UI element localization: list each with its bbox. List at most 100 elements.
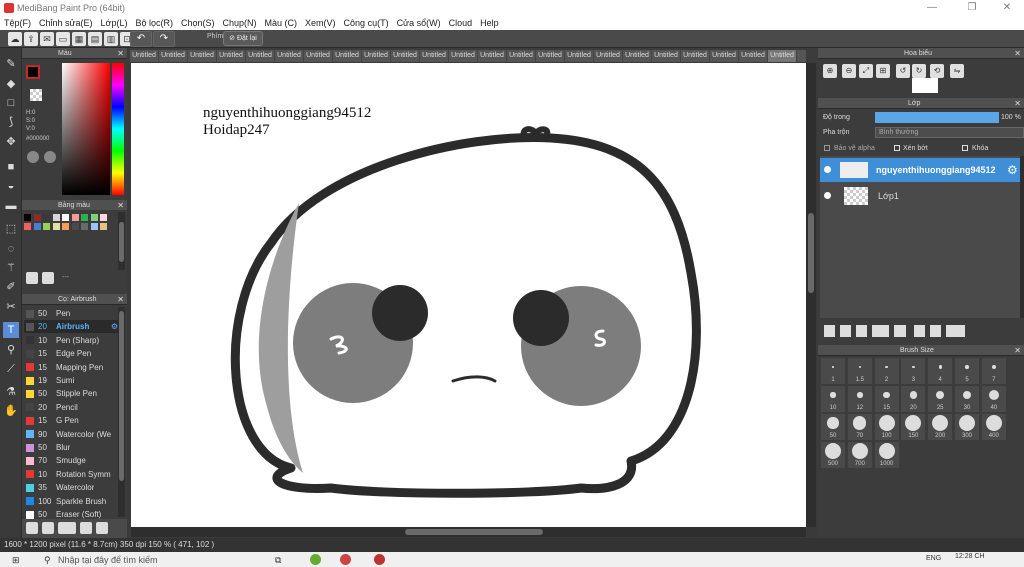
panel-close-icon[interactable]: ✕ [1014,98,1021,109]
palette-swatch[interactable] [43,223,50,230]
palette-swatch[interactable] [71,223,79,230]
document-tab[interactable]: Untitled [130,50,159,62]
document-tab[interactable]: Untitled [652,50,681,62]
panel-close-icon[interactable]: ✕ [1014,345,1021,356]
flip-icon[interactable]: ⇋ [950,64,964,78]
brush-size-cell[interactable]: 1.5 [847,358,872,384]
menu-cloud[interactable]: Cloud [449,18,473,28]
brush-item[interactable]: 90 Watercolor (We [24,428,118,441]
brush-size-cell[interactable]: 200 [928,414,953,440]
visibility-eye-icon[interactable] [824,166,831,173]
brush-item[interactable]: 15 Edge Pen [24,347,118,360]
brush-size-cell[interactable]: 300 [955,414,979,440]
lock-checkbox[interactable] [962,145,968,151]
document-tab[interactable]: Untitled [333,50,362,62]
operation-tool-icon[interactable]: ⚲ [3,342,19,358]
brush-item[interactable]: 20 Airbrush ⚙ [24,320,118,334]
brush-size-cell[interactable]: 400 [981,414,1006,440]
brush-size-cell[interactable]: 5 [955,358,979,384]
palette-swatch[interactable] [81,214,88,221]
brush-size-cell[interactable]: 12 [847,386,872,412]
fit-icon[interactable]: ⤢ [859,64,873,78]
divide-tool-icon[interactable]: ⟋ [3,361,19,377]
select-tool-icon[interactable]: ⬚ [3,221,19,237]
fill-shape-tool-icon[interactable]: ■ [3,159,19,175]
brush-size-cell[interactable]: 30 [955,386,979,412]
brush-scrollbar[interactable] [118,307,125,517]
new-8bit-layer-icon[interactable] [856,325,867,337]
task-view-icon[interactable]: ⧉ [275,555,281,566]
brush-item[interactable]: 15 Mapping Pen [24,361,118,374]
move-tool-icon[interactable]: ✥ [3,134,19,150]
folder-icon[interactable] [96,522,108,534]
brush-item[interactable]: 70 Smudge [24,454,118,467]
document-tab[interactable]: Untitled [681,50,710,62]
palette-swatch[interactable] [24,214,31,221]
document-tab[interactable]: Untitled [188,50,217,62]
brush-item[interactable]: 10 Rotation Symm [24,468,118,481]
brush-item[interactable]: 10 Pen (Sharp) [24,334,118,347]
bucket-tool-icon[interactable]: ◒ [3,178,19,194]
brush-settings-gear-icon[interactable]: ⚙ [111,322,118,331]
brush-size-cell[interactable]: 4 [928,358,953,384]
eyedropper-icon[interactable]: ⚗ [3,384,19,400]
brush-settings-icon[interactable] [26,522,38,534]
canvas-horizontal-scrollbar[interactable] [131,527,806,537]
brush-size-cell[interactable]: 50 [821,414,845,440]
menu-edit[interactable]: Chỉnh sửa(E) [39,18,93,28]
navigator-thumbnail[interactable] [912,78,938,93]
panel-close-icon[interactable]: ✕ [117,48,124,59]
brush-size-cell[interactable]: 700 [847,442,872,468]
browser-icon[interactable] [340,554,351,565]
document-tab[interactable]: Untitled [304,50,333,62]
hand-tool-icon[interactable]: ✋ [3,403,19,419]
brush-size-cell[interactable]: 70 [847,414,872,440]
menu-view[interactable]: Xem(V) [305,18,336,28]
layer-folder-icon[interactable] [894,325,906,337]
brush-size-cell[interactable]: 150 [901,414,926,440]
taskbar-search-input[interactable]: Nhập tại đây để tìm kiếm [58,555,158,565]
layer-item-text[interactable]: nguyenthihuonggiang94512 ⚙ [820,158,1020,182]
palette-swatch[interactable] [24,223,31,230]
document-tab[interactable]: Untitled [768,50,797,62]
brush-menu-icon[interactable] [58,522,76,534]
close-button[interactable]: ✕ [990,0,1024,15]
actual-size-icon[interactable]: ⊞ [876,64,890,78]
zoom-in-icon[interactable]: ⊕ [823,64,837,78]
new-halftone-layer-icon[interactable] [840,325,851,337]
redo-button[interactable]: ↷ [153,31,175,47]
add-brush-icon[interactable] [42,522,54,534]
palette-swatch[interactable] [100,223,107,230]
canvas-vertical-scrollbar[interactable] [806,63,816,527]
app-icon[interactable] [310,554,321,565]
brush-item[interactable]: 50 Pen [24,307,118,320]
panel-close-icon[interactable]: ✕ [1014,48,1021,59]
protect-alpha-checkbox[interactable] [824,145,830,151]
layer-menu-icon[interactable] [872,325,889,337]
opacity-slider[interactable] [875,112,999,123]
palette-swatch[interactable] [33,214,41,221]
menu-tools[interactable]: Công cụ(T) [344,18,389,28]
copy-brush-icon[interactable] [80,522,92,534]
menu-window[interactable]: Cửa sổ(W) [397,18,441,28]
color-wheel-icon[interactable] [27,151,39,163]
brush-size-cell[interactable]: 10 [821,386,845,412]
drawing-canvas[interactable]: nguyenthihuonggiang94512 Hoidap247 [131,63,806,527]
add-palette-icon[interactable] [26,272,38,284]
brush-item[interactable]: 19 Sumi [24,374,118,387]
windows-start-icon[interactable]: ⊞ [12,555,20,566]
visibility-eye-icon[interactable] [824,192,831,199]
list-icon[interactable]: ▥ [104,32,118,46]
brush-size-cell[interactable]: 20 [901,386,926,412]
select-pen-icon[interactable]: ✐ [3,279,19,295]
brush-size-cell[interactable]: 100 [874,414,899,440]
brush-item[interactable]: 50 Blur [24,441,118,454]
blend-mode-select[interactable]: Bình thường [875,127,1024,138]
palette-swatch[interactable] [43,214,50,221]
document-tab[interactable]: Untitled [159,50,188,62]
brush-tool-icon[interactable]: ✎ [3,56,19,72]
brush-size-cell[interactable]: 1 [821,358,845,384]
palette-swatch[interactable] [81,223,88,230]
delete-layer-icon[interactable] [953,325,965,337]
palette-swatch[interactable] [90,223,98,230]
